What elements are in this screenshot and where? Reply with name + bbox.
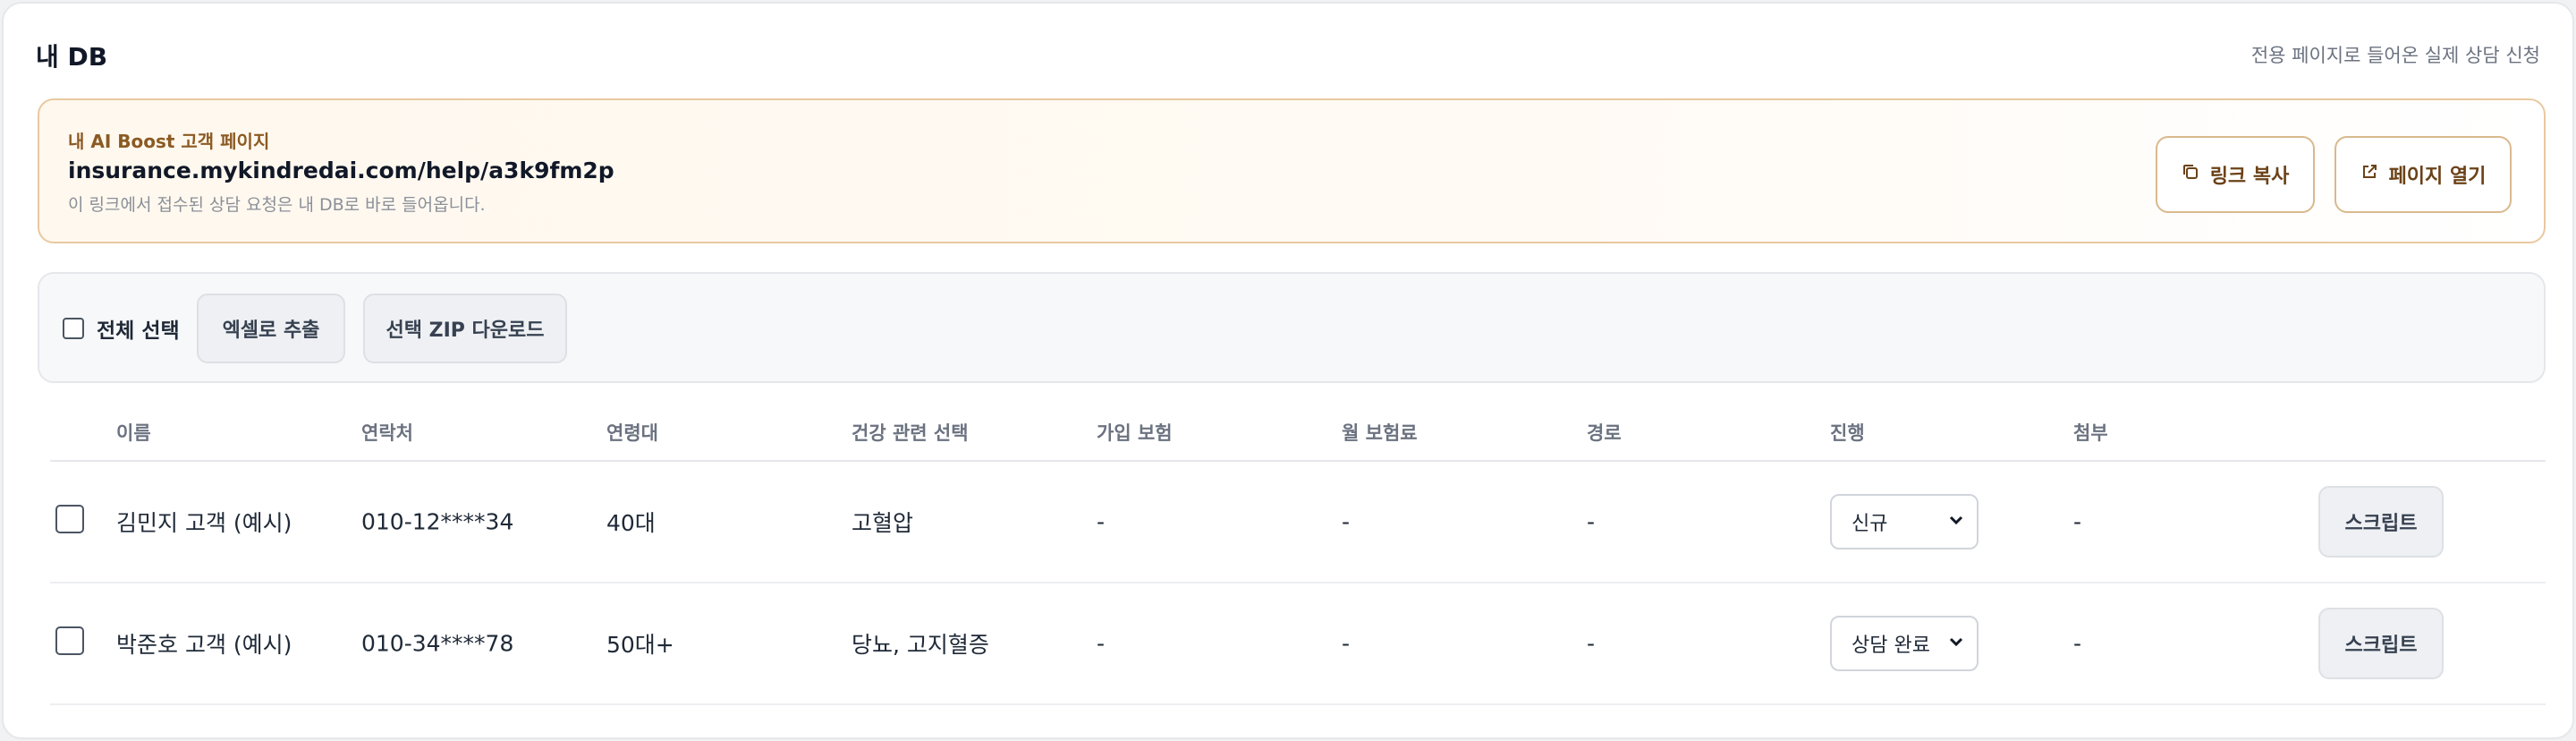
chevron-down-icon	[1948, 633, 1964, 655]
select-all-label: 전체 선택	[97, 319, 180, 343]
cell-premium: -	[1342, 630, 1351, 657]
table-row: 박준호 고객 (예시) 010-34****78 50대+ 당뇨, 고지혈증 -…	[50, 583, 2546, 705]
cell-phone: 010-12****34	[361, 508, 514, 535]
column-header-status: 진행	[1830, 422, 1865, 444]
boost-url: insurance.mykindredai.com/help/a3k9fm2p	[68, 158, 614, 183]
column-header-attachment: 첨부	[2073, 422, 2108, 444]
open-page-button[interactable]: 페이지 열기	[2334, 136, 2512, 213]
checkbox[interactable]	[63, 318, 84, 339]
checkbox[interactable]	[55, 626, 84, 655]
cell-health: 당뇨, 고지혈증	[852, 632, 989, 658]
cell-source: -	[1587, 508, 1596, 535]
column-header-insurance: 가입 보험	[1097, 422, 1173, 444]
column-header-phone: 연락처	[361, 422, 413, 444]
external-link-icon	[2360, 163, 2378, 186]
checkbox[interactable]	[55, 505, 84, 533]
row-checkbox[interactable]	[55, 505, 84, 539]
copy-link-label: 링크 복사	[2209, 166, 2290, 188]
cell-age: 50대+	[606, 632, 674, 658]
script-button[interactable]: 스크립트	[2318, 608, 2444, 679]
download-zip-button[interactable]: 선택 ZIP 다운로드	[363, 294, 567, 363]
status-value: 신규	[1852, 513, 1888, 535]
column-header-premium: 월 보험료	[1342, 422, 1418, 444]
cell-attachment: -	[2073, 508, 2082, 535]
table-header: 이름 연락처 연령대 건강 관련 선택 가입 보험 월 보험료 경로 진행 첨부	[50, 413, 2546, 462]
cell-insurance: -	[1097, 508, 1106, 535]
boost-description: 이 링크에서 접수된 상담 요청은 내 DB로 바로 들어옵니다.	[68, 195, 486, 215]
cell-insurance: -	[1097, 630, 1106, 657]
status-select[interactable]: 상담 완료	[1830, 616, 1979, 671]
cell-premium: -	[1342, 508, 1351, 535]
row-checkbox[interactable]	[55, 626, 84, 660]
boost-page-panel: 내 AI Boost 고객 페이지 insurance.mykindredai.…	[38, 98, 2546, 243]
cell-age: 40대	[606, 510, 656, 536]
cell-name: 박준호 고객 (예시)	[116, 632, 292, 658]
select-all-checkbox[interactable]: 전체 선택	[63, 313, 180, 344]
cell-attachment: -	[2073, 630, 2082, 657]
chevron-down-icon	[1948, 511, 1964, 533]
column-header-health: 건강 관련 선택	[852, 422, 969, 444]
column-header-name: 이름	[116, 422, 151, 444]
cell-health: 고혈압	[852, 510, 914, 536]
cell-phone: 010-34****78	[361, 630, 514, 657]
selection-toolbar: 전체 선택 엑셀로 추출 선택 ZIP 다운로드	[38, 272, 2546, 383]
header-note: 전용 페이지로 들어온 실제 상담 신청	[2250, 45, 2540, 66]
cell-source: -	[1587, 630, 1596, 657]
open-page-label: 페이지 열기	[2388, 166, 2487, 188]
script-button[interactable]: 스크립트	[2318, 486, 2444, 558]
column-header-age: 연령대	[606, 422, 658, 444]
column-header-source: 경로	[1587, 422, 1622, 444]
status-value: 상담 완료	[1852, 635, 1930, 657]
page-title: 내 DB	[36, 42, 108, 72]
copy-link-button[interactable]: 링크 복사	[2156, 136, 2315, 213]
boost-label: 내 AI Boost 고객 페이지	[68, 131, 270, 152]
export-excel-button[interactable]: 엑셀로 추출	[197, 294, 345, 363]
table-row: 김민지 고객 (예시) 010-12****34 40대 고혈압 - - - 신…	[50, 462, 2546, 583]
cell-name: 김민지 고객 (예시)	[116, 510, 292, 536]
my-db-card: 내 DB 전용 페이지로 들어온 실제 상담 신청 내 AI Boost 고객 …	[2, 2, 2574, 739]
status-select[interactable]: 신규	[1830, 494, 1979, 549]
copy-icon	[2182, 163, 2199, 186]
